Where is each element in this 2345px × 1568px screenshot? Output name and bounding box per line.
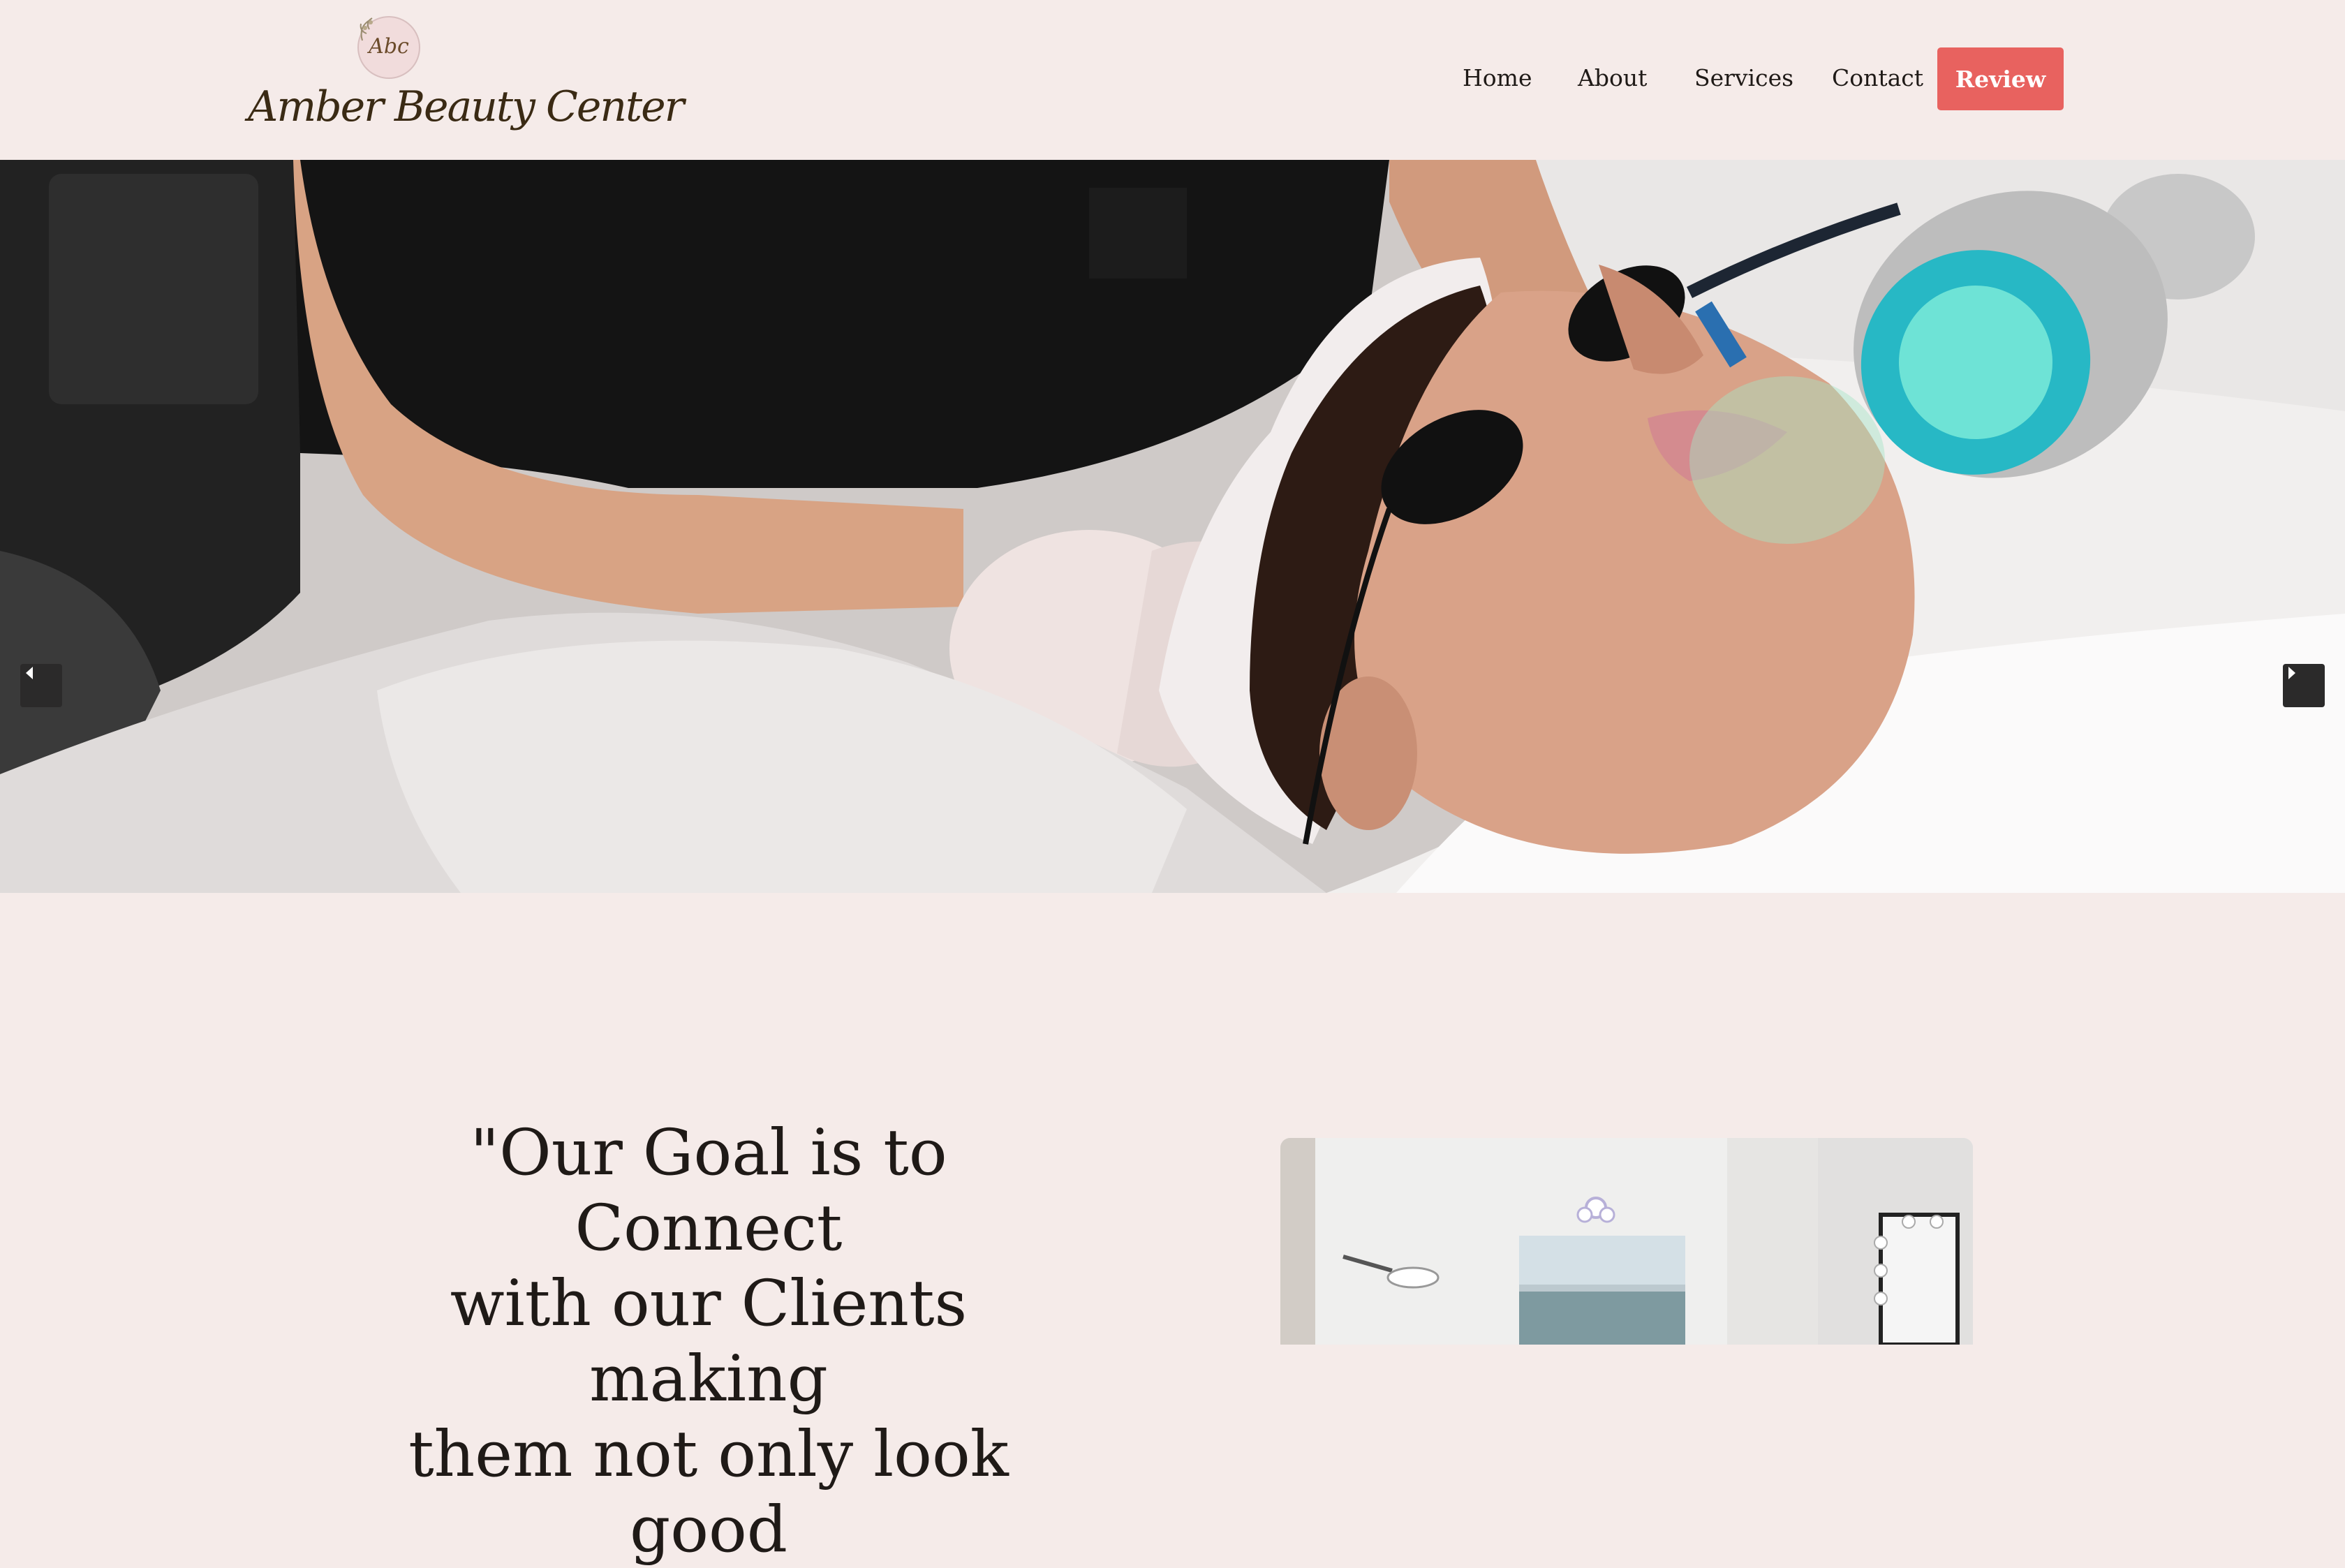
goal-quote: "Our Goal is to Connect with our Clients… bbox=[328, 1116, 1089, 1568]
chevron-left-icon bbox=[26, 667, 33, 679]
chevron-right-icon bbox=[2288, 667, 2295, 679]
site-header: Abc Amber Beauty Center Home About Servi… bbox=[0, 0, 2345, 160]
slider-next-button[interactable] bbox=[2283, 664, 2325, 707]
goal-quote-line: "Our Goal is to Connect bbox=[470, 1116, 947, 1265]
nav-contact[interactable]: Contact bbox=[1832, 64, 1923, 91]
nav-home[interactable]: Home bbox=[1463, 64, 1532, 91]
brand-name: Amber Beauty Center bbox=[248, 82, 684, 131]
hero-slider bbox=[0, 160, 2345, 893]
hero-image bbox=[0, 160, 2345, 893]
brand-logo[interactable]: Abc Amber Beauty Center bbox=[248, 13, 684, 135]
nav-about[interactable]: About bbox=[1578, 64, 1647, 91]
review-button[interactable]: Review bbox=[1937, 47, 2064, 110]
goal-quote-line: them not only look good bbox=[408, 1418, 1009, 1567]
monogram-text: Abc bbox=[367, 34, 409, 59]
treatment-room-photo bbox=[1280, 1138, 1973, 1345]
nav-services[interactable]: Services bbox=[1694, 64, 1793, 91]
slider-prev-button[interactable] bbox=[20, 664, 62, 707]
goal-quote-line: with our Clients making bbox=[450, 1267, 968, 1416]
monogram-icon: Abc bbox=[357, 16, 420, 79]
